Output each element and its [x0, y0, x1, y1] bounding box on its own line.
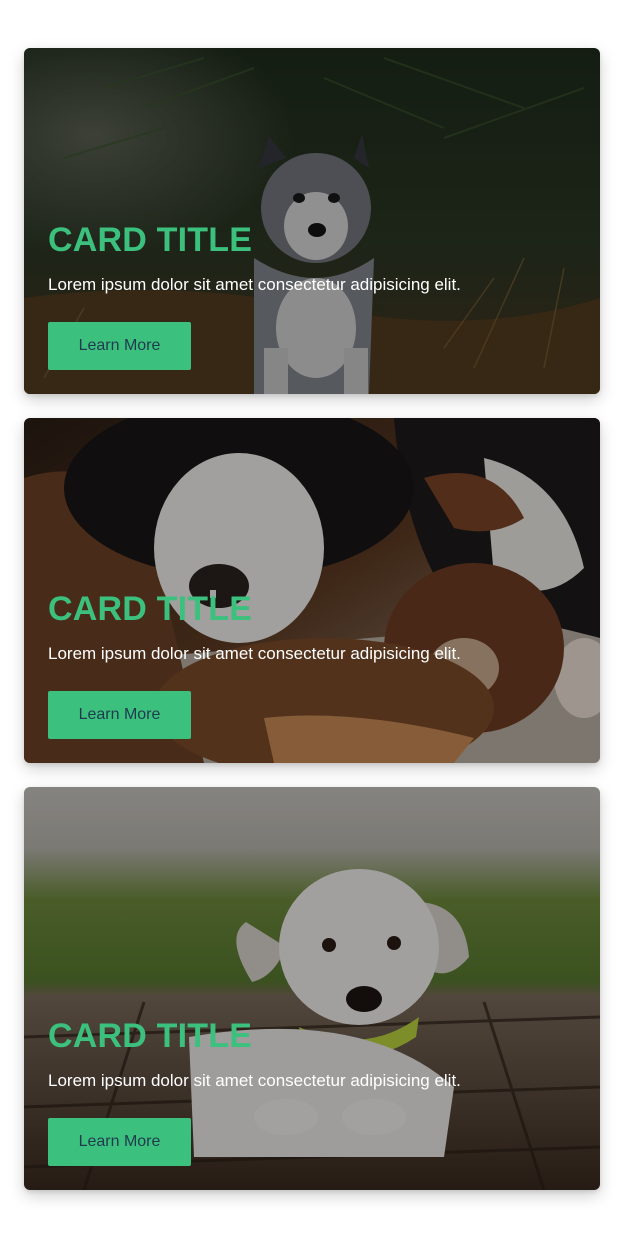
card: CARD TITLE Lorem ipsum dolor sit amet co…: [24, 787, 600, 1190]
card-title: CARD TITLE: [48, 221, 253, 259]
card: CARD TITLE Lorem ipsum dolor sit amet co…: [24, 418, 600, 763]
card-content: CARD TITLE Lorem ipsum dolor sit amet co…: [48, 589, 576, 739]
card-title: CARD TITLE: [48, 1017, 253, 1055]
learn-more-button[interactable]: Learn More: [48, 691, 191, 739]
card-text: Lorem ipsum dolor sit amet consectetur a…: [48, 275, 461, 294]
card: CARD TITLE Lorem ipsum dolor sit amet co…: [24, 48, 600, 394]
card-list: CARD TITLE Lorem ipsum dolor sit amet co…: [24, 48, 600, 1214]
card-text: Lorem ipsum dolor sit amet consectetur a…: [48, 644, 461, 663]
learn-more-button[interactable]: Learn More: [48, 1118, 191, 1166]
card-content: CARD TITLE Lorem ipsum dolor sit amet co…: [48, 1016, 576, 1166]
card-text: Lorem ipsum dolor sit amet consectetur a…: [48, 1071, 461, 1090]
card-title: CARD TITLE: [48, 590, 253, 628]
card-content: CARD TITLE Lorem ipsum dolor sit amet co…: [48, 220, 576, 370]
learn-more-button[interactable]: Learn More: [48, 322, 191, 370]
